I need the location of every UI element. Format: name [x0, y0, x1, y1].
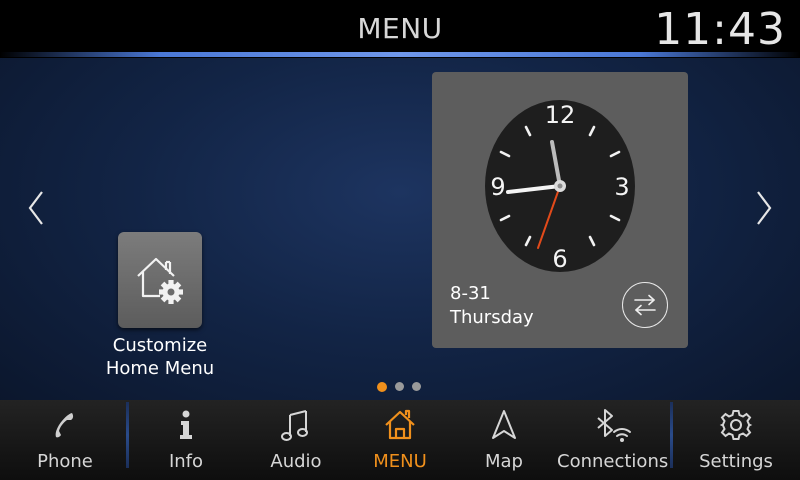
dial-number-12: 12: [545, 101, 576, 129]
customize-home-menu-label: Customize Home Menu: [105, 335, 215, 379]
page-dot-1: [377, 381, 387, 392]
dial-number-3: 3: [614, 173, 629, 201]
clock-widget[interactable]: 12 3 6 9 8-31 Thursday: [432, 72, 688, 348]
nav-phone[interactable]: Phone: [12, 400, 118, 480]
analog-clock: 12 3 6 9: [485, 100, 635, 273]
time-display: 11:43: [654, 4, 786, 55]
bottom-nav: Phone Info Audio MENU Map Connections Se…: [0, 400, 800, 480]
home-gear-icon: [137, 257, 183, 304]
next-page-button[interactable]: [748, 188, 778, 228]
gear-icon: [719, 410, 753, 440]
chevron-left-icon: [28, 191, 43, 225]
date-display: 8-31 Thursday: [450, 283, 534, 328]
navigation-arrow-icon: [492, 410, 516, 439]
page-indicator: [377, 381, 421, 392]
music-note-icon: [281, 410, 308, 441]
page-dot-2: [395, 382, 404, 391]
dial-number-9: 9: [490, 173, 505, 201]
nav-separator: [670, 402, 673, 468]
page-dot-3: [412, 382, 421, 391]
header-bar: MENU 11:43: [0, 0, 800, 58]
nav-map[interactable]: Map: [454, 400, 554, 480]
nav-settings[interactable]: Settings: [684, 400, 788, 480]
customize-home-menu-button[interactable]: [118, 232, 202, 328]
home-icon: [385, 409, 415, 440]
header-divider: [0, 52, 800, 57]
nav-audio[interactable]: Audio: [246, 400, 346, 480]
switch-widget-button[interactable]: [622, 282, 668, 328]
info-icon: [180, 410, 192, 439]
bluetooth-wifi-icon: [597, 409, 631, 442]
nav-separator: [126, 402, 129, 468]
swap-arrows-icon: [634, 294, 656, 316]
dial-number-6: 6: [552, 245, 567, 273]
nav-connections[interactable]: Connections: [557, 400, 668, 480]
chevron-right-icon: [757, 191, 772, 225]
phone-icon: [55, 413, 74, 438]
nav-info[interactable]: Info: [136, 400, 236, 480]
previous-page-button[interactable]: [22, 188, 52, 228]
nav-menu[interactable]: MENU: [350, 400, 450, 480]
